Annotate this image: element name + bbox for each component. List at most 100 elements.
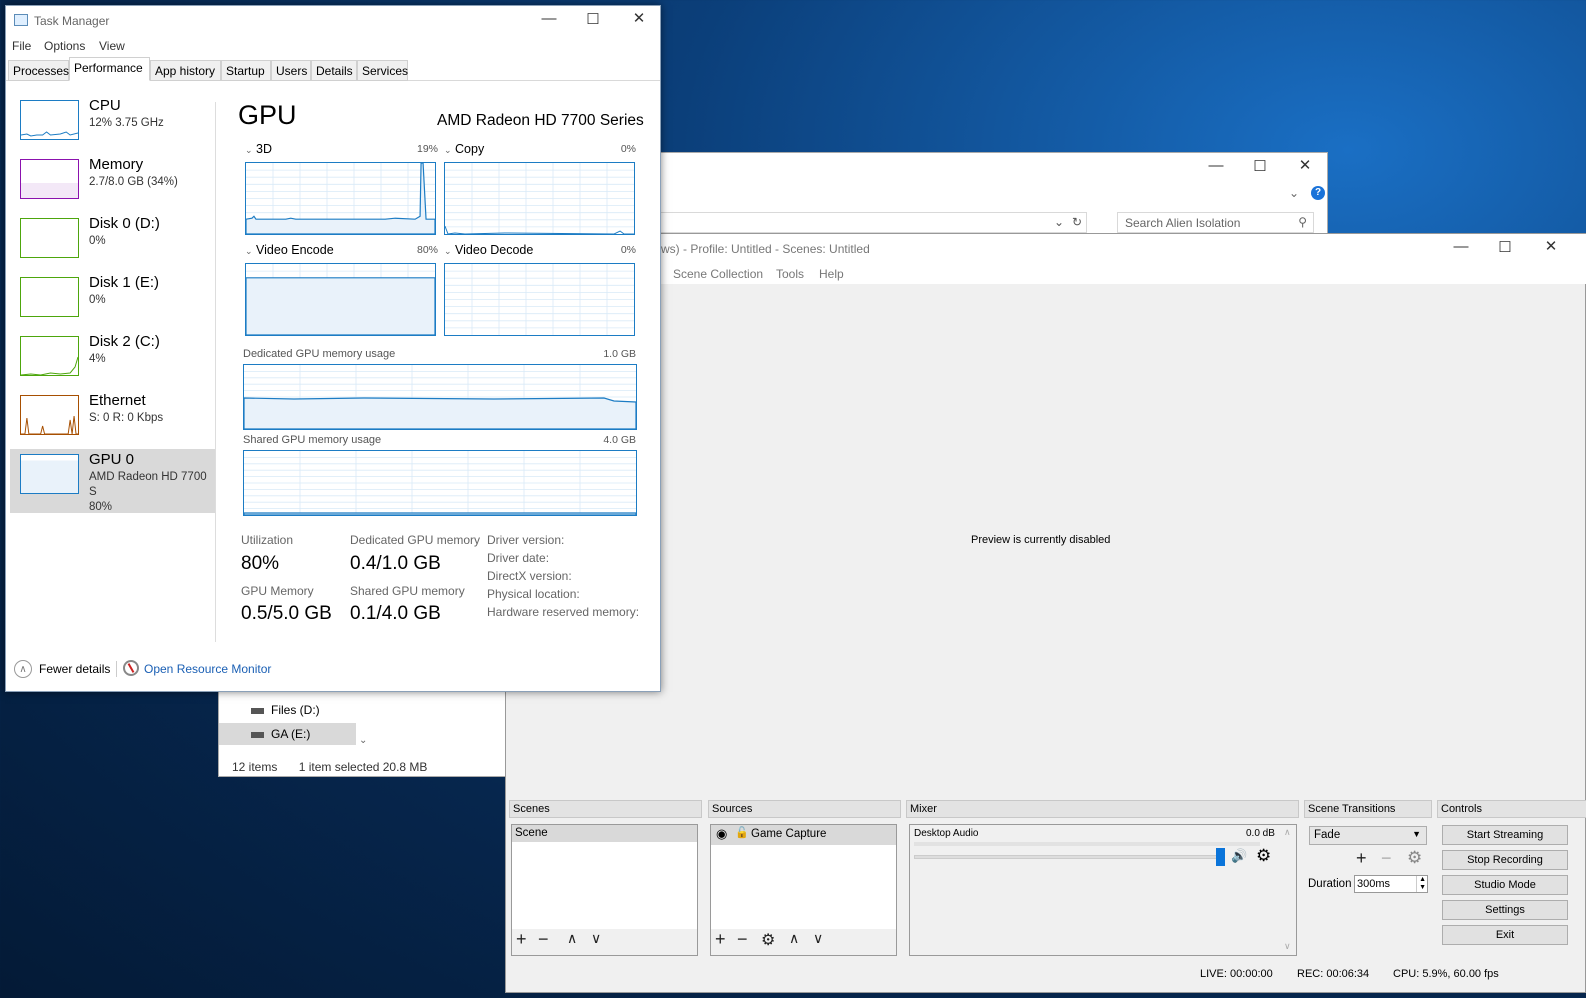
studio-mode-button[interactable]: Studio Mode [1442, 875, 1568, 895]
engine-3d-label[interactable]: ⌄ 3D [245, 142, 272, 156]
nav-item-files-d[interactable]: Files (D:) [219, 699, 356, 721]
obs-window: ws) - Profile: Untitled - Scenes: Untitl… [505, 233, 1586, 993]
volume-slider-handle[interactable] [1216, 848, 1225, 866]
tab-services[interactable]: Services [357, 60, 408, 81]
remove-transition-icon[interactable]: − [1381, 848, 1392, 869]
source-settings-gear-icon[interactable]: ⚙ [761, 930, 775, 950]
scenes-list[interactable]: Scene + − ∧ ∨ [511, 824, 698, 956]
menu-options[interactable]: Options [44, 39, 85, 53]
open-resource-monitor-link[interactable]: Open Resource Monitor [144, 662, 271, 676]
sidebar-thumbnail-graph [20, 159, 79, 199]
engine-decode-pct: 0% [620, 244, 636, 256]
directx-version-label: DirectX version: [487, 569, 572, 583]
sidebar-item-memory[interactable]: Memory 2.7/8.0 GB (34%) [10, 154, 215, 213]
task-manager-window: Task Manager — ☐ ✕ File Options View Pro… [5, 5, 661, 692]
add-source-icon[interactable]: + [715, 929, 726, 950]
minimize-button[interactable]: — [534, 10, 564, 27]
menu-tools[interactable]: Tools [776, 267, 804, 281]
close-button[interactable]: ✕ [1290, 156, 1320, 174]
task-manager-icon [14, 14, 28, 26]
scene-item[interactable]: Scene [512, 825, 697, 842]
maximize-button[interactable]: ☐ [578, 10, 608, 28]
transition-select[interactable]: Fade ▼ [1309, 826, 1427, 845]
add-scene-icon[interactable]: + [516, 929, 527, 950]
sidebar-item-name: Memory [89, 156, 144, 173]
transition-settings-gear-icon[interactable]: ⚙ [1407, 848, 1422, 868]
scroll-up-arrow[interactable]: ∧ [1284, 827, 1291, 838]
mute-speaker-icon[interactable]: 🔊 [1231, 848, 1247, 864]
maximize-button[interactable]: ☐ [1245, 157, 1275, 175]
add-transition-icon[interactable]: + [1356, 848, 1367, 869]
dedicated-usage-label: Dedicated GPU memory usage [243, 348, 396, 360]
sidebar-item-disk-1-e[interactable]: Disk 1 (E:) 0% [10, 272, 215, 331]
dropdown-arrow-icon: ▼ [1412, 829, 1421, 839]
remove-scene-icon[interactable]: − [538, 929, 549, 950]
graph-line-encode [246, 277, 435, 335]
sources-list[interactable]: ◉ 🔓 Game Capture + − ⚙ ∧ ∨ [710, 824, 897, 956]
tab-details[interactable]: Details [311, 60, 357, 81]
refresh-icon[interactable]: ↻ [1072, 215, 1082, 229]
scroll-down-arrow[interactable]: ⌄ [359, 735, 367, 746]
sidebar-item-ethernet[interactable]: Ethernet S: 0 R: 0 Kbps [10, 390, 215, 449]
visibility-eye-icon[interactable]: ◉ [716, 826, 727, 842]
sidebar-thumbnail-graph [20, 395, 79, 435]
graph-video-decode [444, 263, 635, 336]
hardware-reserved-label: Hardware reserved memory: [487, 605, 640, 619]
sidebar-item-name: CPU [89, 97, 121, 114]
gpu-heading: GPU [238, 100, 297, 130]
scroll-down-arrow[interactable]: ∨ [1284, 941, 1291, 952]
exit-button[interactable]: Exit [1442, 925, 1568, 945]
search-input[interactable]: Search Alien Isolation ⚲ [1117, 212, 1314, 233]
tab-users[interactable]: Users [271, 60, 311, 81]
minimize-button[interactable]: — [1201, 157, 1231, 174]
shared-usage-max: 4.0 GB [603, 434, 636, 446]
close-button[interactable]: ✕ [624, 9, 654, 27]
engine-encode-label[interactable]: ⌄ Video Encode [245, 243, 334, 257]
minimize-button[interactable]: — [1446, 238, 1476, 255]
move-up-icon[interactable]: ∧ [567, 930, 577, 947]
source-item[interactable]: ◉ 🔓 Game Capture [711, 825, 896, 845]
duration-input[interactable]: 300ms ▲ ▼ [1354, 875, 1428, 893]
tab-processes[interactable]: Processes [8, 60, 69, 81]
engine-encode-pct: 80% [416, 244, 438, 256]
utilization-value: 80% [241, 553, 280, 574]
fewer-details-label: Fewer details [39, 662, 111, 676]
dedicated-mem-value: 0.4/1.0 GB [350, 553, 441, 574]
close-button[interactable]: ✕ [1536, 237, 1566, 255]
duration-stepper[interactable]: ▲ ▼ [1416, 876, 1426, 892]
remove-source-icon[interactable]: − [737, 929, 748, 950]
transition-value: Fade [1314, 829, 1341, 841]
move-up-icon[interactable]: ∧ [789, 930, 799, 947]
menu-file[interactable]: File [12, 39, 31, 53]
sidebar-item-gpu-0[interactable]: GPU 0 AMD Radeon HD 7700 S 80% [10, 449, 215, 513]
volume-slider[interactable] [914, 855, 1224, 859]
tab-app-history[interactable]: App history [150, 60, 221, 81]
help-icon[interactable]: ? [1311, 186, 1325, 200]
sidebar-item-disk-2-c[interactable]: Disk 2 (C:) 4% [10, 331, 215, 390]
settings-button[interactable]: Settings [1442, 900, 1568, 920]
menu-help[interactable]: Help [819, 267, 844, 281]
lock-icon[interactable]: 🔓 [735, 826, 749, 839]
tab-startup[interactable]: Startup [221, 60, 271, 81]
graph-video-encode [245, 263, 436, 336]
ribbon-expand-icon[interactable]: ⌄ [1289, 186, 1299, 200]
maximize-button[interactable]: ☐ [1490, 238, 1520, 256]
engine-decode-label[interactable]: ⌄ Video Decode [444, 243, 533, 257]
nav-item-ga-e[interactable]: GA (E:) [219, 723, 356, 745]
tab-performance[interactable]: Performance [69, 57, 150, 81]
graph-line-shared [244, 512, 636, 515]
preview-disabled-text: Preview is currently disabled [971, 534, 1111, 546]
dropdown-icon[interactable]: ⌄ [1054, 215, 1064, 229]
start-streaming-button[interactable]: Start Streaming [1442, 825, 1568, 845]
engine-copy-label[interactable]: ⌄ Copy [444, 142, 484, 156]
move-down-icon[interactable]: ∨ [591, 930, 601, 947]
menu-view[interactable]: View [99, 39, 125, 53]
stop-recording-button[interactable]: Stop Recording [1442, 850, 1568, 870]
menu-scene-collection[interactable]: Scene Collection [673, 267, 763, 281]
sidebar-item-detail: 4% [89, 353, 106, 365]
sidebar-item-disk-0-d[interactable]: Disk 0 (D:) 0% [10, 213, 215, 272]
controls-dock-header: Controls [1437, 800, 1586, 818]
move-down-icon[interactable]: ∨ [813, 930, 823, 947]
channel-settings-gear-icon[interactable]: ⚙ [1256, 846, 1271, 866]
sidebar-item-cpu[interactable]: CPU 12% 3.75 GHz [10, 95, 215, 154]
